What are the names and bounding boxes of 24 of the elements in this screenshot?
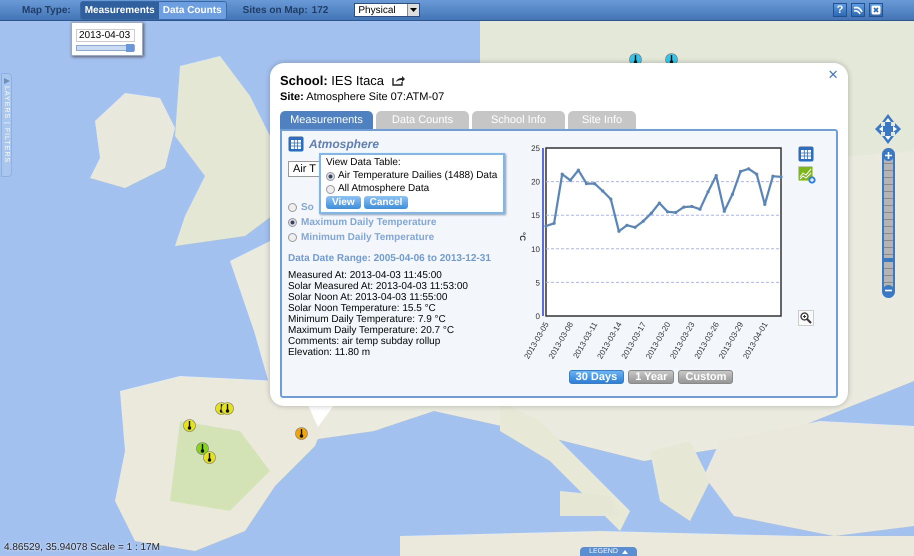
y-axis-label: °C [518, 232, 527, 241]
y-tick-label: 20 [531, 178, 540, 187]
school-title: School: IES Itaca [280, 72, 384, 88]
scale-readout: 4.86529, 35.94078 Scale = 1 : 17M [4, 542, 160, 553]
y-tick-label: 15 [531, 211, 540, 220]
detail-line: Solar Noon Temperature: 15.5 °C [288, 303, 437, 314]
detail-line: Elevation: 11.80 m [288, 347, 372, 358]
site-title: Site: Atmosphere Site 07:ATM-07 [280, 91, 446, 103]
detail-line: Solar Measured At: 2013-04-03 11:53:00 [288, 281, 469, 292]
map-type-label: Map Type: [22, 4, 71, 16]
sites-count: 172 [312, 4, 328, 16]
detail-line: Minimum Daily Temperature: 7.9 °C [288, 314, 447, 325]
y-tick-label: 25 [531, 144, 540, 153]
menu-title: View Data Table: [326, 157, 402, 169]
category-heading: Atmosphere [309, 136, 380, 150]
y-tick-label: 0 [536, 312, 540, 321]
date-range-text: Data Date Range: 2005-04-06 to 2013-12-31 [288, 253, 492, 264]
detail-line: Measured At: 2013-04-03 11:45:00 [288, 270, 443, 281]
detail-line: Comments: air temp subday rollup [288, 336, 442, 347]
y-tick-label: 10 [531, 244, 540, 254]
detail-line: Solar Noon At: 2013-04-03 11:55:00 [288, 292, 448, 303]
sites-label: Sites on Map: [242, 4, 308, 16]
detail-line: Maximum Daily Temperature: 20.7 °C [288, 325, 456, 336]
y-tick-label: 5 [536, 278, 540, 288]
